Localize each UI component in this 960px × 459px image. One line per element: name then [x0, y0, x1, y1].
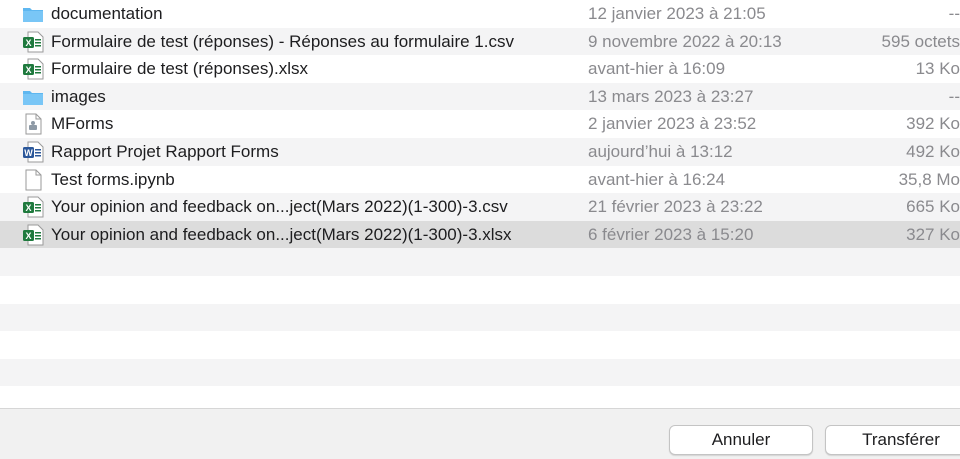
file-date: 13 mars 2023 à 23:27 [588, 86, 754, 106]
file-name: documentation [51, 4, 163, 23]
folder-icon [22, 86, 44, 108]
excel-file-icon: X [22, 31, 44, 53]
file-name: Test forms.ipynb [51, 169, 175, 189]
file-date: 2 janvier 2023 à 23:52 [588, 114, 757, 134]
excel-file-icon: X [22, 224, 44, 246]
file-row[interactable]: X Formulaire de test (réponses).xlsx avant… [0, 55, 960, 83]
file-row[interactable]: X Your opinion and feedback on...ject(Mar… [0, 193, 960, 221]
file-name: Rapport Projet Rapport Forms [51, 141, 279, 161]
file-date: 21 février 2023 à 23:22 [588, 197, 763, 217]
file-date: avant-hier à 16:09 [588, 59, 726, 79]
word-file-icon: W [22, 141, 44, 163]
empty-row [0, 248, 960, 276]
file-row[interactable]: X Formulaire de test (réponses) - Réponse… [0, 27, 960, 56]
generic-file-icon [22, 113, 44, 135]
empty-row [0, 276, 960, 304]
folder-icon [22, 3, 44, 25]
file-name: MForms [51, 114, 114, 134]
file-date: avant-hier à 16:24 [588, 169, 726, 189]
file-size: 327 Ko [906, 224, 960, 244]
cancel-button[interactable]: Annuler [669, 425, 813, 455]
file-size: 13 Ko [915, 59, 960, 79]
file-size: 392 Ko [906, 114, 960, 134]
file-name: Your opinion and feedback on...ject(Mars… [51, 224, 512, 244]
svg-text:X: X [25, 231, 31, 241]
dialog-footer: Annuler Transférer [0, 408, 960, 459]
file-row[interactable]: X Your opinion and feedback on...ject(Mar… [0, 220, 960, 249]
file-size: -- [948, 86, 960, 106]
file-date: aujourd’hui à 13:12 [588, 141, 733, 161]
file-row[interactable]: Test forms.ipynb avant-hier à 16:24 35,8 M… [0, 166, 960, 194]
transfer-button[interactable]: Transférer [825, 425, 960, 455]
file-size: 35,8 Mo [898, 169, 960, 189]
file-row[interactable]: W Rapport Projet Rapport Forms aujourd’hui… [0, 137, 960, 166]
svg-text:X: X [25, 38, 31, 48]
file-row[interactable]: documentation 12 janvier 2023 à 21:05 -- [0, 0, 960, 28]
svg-text:W: W [24, 148, 33, 158]
file-name: images [51, 86, 106, 106]
empty-row [0, 303, 960, 332]
document-icon [22, 169, 44, 191]
file-list: documentation 12 janvier 2023 à 21:05 -- X F… [0, 0, 960, 414]
file-size: 492 Ko [906, 141, 960, 161]
file-date: 9 novembre 2022 à 20:13 [588, 31, 782, 51]
empty-row [0, 331, 960, 359]
file-size: 595 octets [881, 31, 960, 51]
file-row[interactable]: images 13 mars 2023 à 23:27 -- [0, 82, 960, 111]
excel-file-icon: X [22, 196, 44, 218]
svg-text:X: X [25, 203, 31, 213]
file-date: 12 janvier 2023 à 21:05 [588, 4, 766, 23]
file-size: -- [948, 4, 960, 23]
file-size: 665 Ko [906, 197, 960, 217]
empty-row [0, 358, 960, 387]
file-row[interactable]: MForms 2 janvier 2023 à 23:52 392 Ko [0, 110, 960, 138]
file-name: Formulaire de test (réponses).xlsx [51, 59, 308, 79]
excel-file-icon: X [22, 58, 44, 80]
file-date: 6 février 2023 à 15:20 [588, 224, 754, 244]
svg-text:X: X [25, 65, 31, 75]
file-name: Your opinion and feedback on...ject(Mars… [51, 197, 508, 217]
file-name: Formulaire de test (réponses) - Réponses… [51, 31, 514, 51]
